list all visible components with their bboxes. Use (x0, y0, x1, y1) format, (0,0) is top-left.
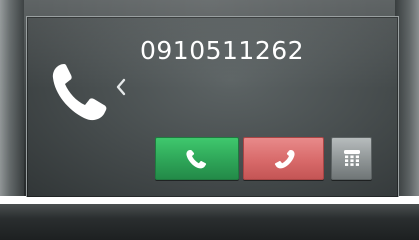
phone-handset-icon (52, 64, 107, 121)
bottom-bar (0, 204, 419, 240)
reject-call-button[interactable] (243, 137, 324, 180)
keypad-button[interactable] (331, 137, 372, 180)
bezel-frame-left (0, 0, 24, 196)
phone-answer-icon (186, 149, 207, 168)
phone-number-text: 0910511262 (140, 36, 305, 65)
keypad-phone-icon (343, 149, 360, 166)
chevron-left-icon[interactable] (114, 77, 128, 97)
answer-call-button[interactable] (155, 137, 239, 180)
phone-hangup-icon (274, 149, 295, 168)
phone-call-screen: 0910511262 (0, 0, 419, 240)
